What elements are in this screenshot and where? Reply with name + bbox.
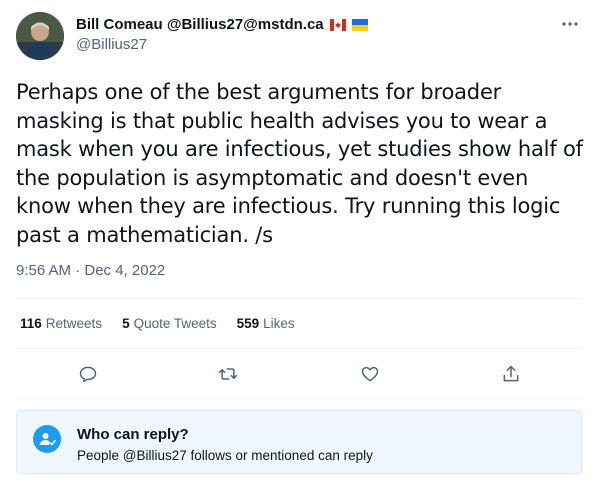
tweet-card: Bill Comeau @Billius27@mstdn.ca @Billius…	[0, 0, 598, 490]
divider	[16, 398, 582, 399]
retweets-label: Retweets	[45, 316, 103, 331]
likes-count: 559	[236, 316, 260, 331]
retweet-button[interactable]	[214, 360, 242, 388]
author-handle[interactable]: @Billius27	[76, 36, 147, 53]
divider	[16, 348, 582, 349]
author-display-name[interactable]: Bill Comeau @Billius27@mstdn.ca	[76, 16, 324, 33]
retweet-icon	[218, 368, 238, 380]
reply-settings-banner: Who can reply? People @Billius27 follows…	[16, 410, 582, 474]
share-button[interactable]	[497, 360, 525, 388]
avatar[interactable]	[16, 12, 64, 60]
ukraine-flag-icon	[351, 18, 368, 31]
user-icon	[33, 425, 61, 453]
like-button[interactable]	[356, 360, 384, 388]
retweets-count: 116	[20, 316, 42, 331]
author-name-row: Bill Comeau @Billius27@mstdn.ca	[76, 16, 368, 33]
like-icon	[361, 366, 379, 382]
engagement-stats: 116 Retweets 5 Quote Tweets 559 Likes	[20, 316, 295, 331]
reply-settings-title: Who can reply?	[77, 426, 189, 443]
retweets-stat[interactable]: 116 Retweets	[20, 316, 102, 331]
tweet-timestamp[interactable]: 9:56 AM · Dec 4, 2022	[16, 262, 165, 279]
quote-tweets-label: Quote Tweets	[133, 316, 217, 331]
likes-label: Likes	[263, 316, 295, 331]
action-bar	[16, 360, 582, 388]
reply-icon	[79, 366, 97, 383]
canada-flag-icon	[329, 18, 346, 31]
quote-tweets-count: 5	[122, 316, 130, 331]
quote-tweets-stat[interactable]: 5 Quote Tweets	[122, 316, 217, 331]
tweet-text: Perhaps one of the best arguments for br…	[16, 80, 583, 247]
divider	[16, 298, 582, 299]
likes-stat[interactable]: 559 Likes	[237, 316, 295, 331]
share-icon	[503, 365, 519, 382]
more-options-icon[interactable]	[558, 12, 582, 36]
reply-settings-description: People @Billius27 follows or mentioned c…	[77, 448, 373, 463]
reply-button[interactable]	[74, 360, 102, 388]
